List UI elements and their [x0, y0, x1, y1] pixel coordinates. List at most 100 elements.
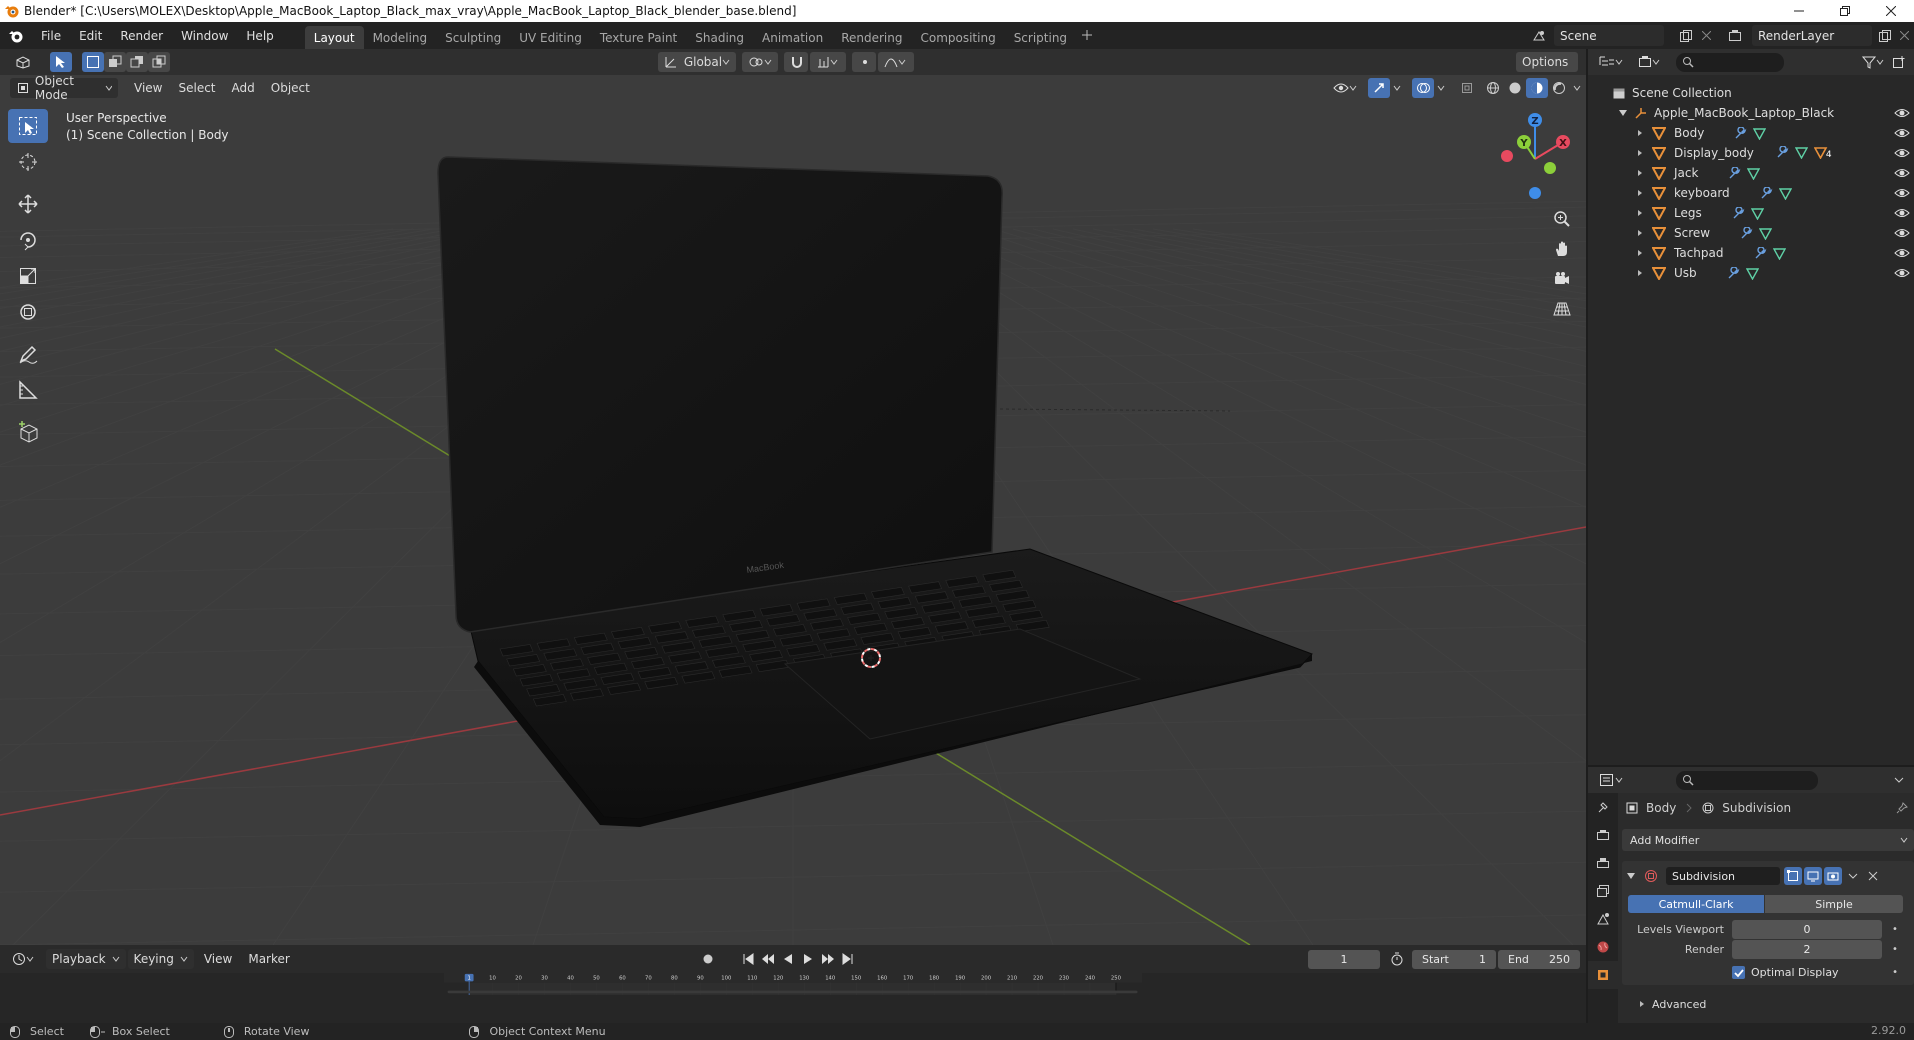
play-button[interactable] [798, 949, 818, 969]
camera-view-button[interactable] [1548, 265, 1576, 293]
properties-options-button[interactable] [1888, 770, 1910, 790]
3d-viewport[interactable]: MacBook Global Options Object Mode View … [0, 49, 1586, 945]
viewport-options-button[interactable]: Options [1516, 52, 1578, 72]
shading-dropdown[interactable] [1570, 78, 1584, 98]
eye-icon[interactable] [1894, 245, 1910, 261]
outliner-editor-type-button[interactable] [1596, 52, 1626, 72]
eye-icon[interactable] [1894, 165, 1910, 181]
tab-output-properties[interactable] [1588, 849, 1618, 877]
scene-name-field[interactable]: Scene [1554, 25, 1664, 46]
tool-rotate[interactable] [8, 223, 48, 257]
eye-icon[interactable] [1894, 105, 1910, 121]
mode-dropdown[interactable]: Object Mode [10, 74, 118, 102]
expand-right-icon[interactable] [1636, 249, 1644, 257]
eye-icon[interactable] [1894, 225, 1910, 241]
minimize-button[interactable] [1776, 0, 1822, 22]
algo-simple-button[interactable]: Simple [1765, 895, 1903, 913]
levels-viewport-field[interactable]: 0 [1732, 920, 1882, 939]
gizmo-neg-y-icon[interactable] [1544, 162, 1556, 174]
outliner-object-row[interactable]: Display_body 4 [1588, 143, 1914, 163]
tab-sculpting[interactable]: Sculpting [436, 26, 510, 49]
mesh-data-icon[interactable] [1745, 267, 1759, 280]
tab-scene-properties[interactable] [1588, 905, 1618, 933]
tab-shading[interactable]: Shading [686, 26, 753, 49]
navigation-gizmo[interactable]: Z X Y [1490, 109, 1580, 199]
expand-down-icon[interactable] [1618, 108, 1628, 118]
tab-render-properties[interactable] [1588, 821, 1618, 849]
keyframe-dot-icon[interactable]: • [1892, 967, 1898, 978]
tab-tool-properties[interactable] [1588, 793, 1618, 821]
shading-rendered-button[interactable] [1548, 78, 1570, 98]
menu-file[interactable]: File [32, 22, 70, 49]
jump-start-button[interactable] [738, 949, 758, 969]
start-frame-field[interactable]: Start 1 [1412, 950, 1496, 969]
keying-dropdown[interactable]: Keying [127, 949, 194, 969]
viewport-menu-add[interactable]: Add [224, 81, 263, 95]
wrench-modifier-icon[interactable] [1732, 206, 1745, 220]
timeline-editor-type-button[interactable] [8, 949, 38, 969]
expand-right-icon[interactable] [1636, 269, 1644, 277]
viewport-menu-object[interactable]: Object [263, 81, 318, 95]
tool-cursor[interactable] [8, 145, 48, 179]
mesh-data-icon[interactable] [1794, 146, 1808, 159]
viewport-menu-view[interactable]: View [126, 81, 170, 95]
select-new-button[interactable] [82, 52, 104, 72]
mesh-data-icon[interactable] [1778, 187, 1792, 200]
new-collection-button[interactable] [1888, 52, 1910, 72]
pin-icon[interactable] [1896, 802, 1908, 814]
properties-search-input[interactable] [1676, 770, 1818, 790]
render-layer-field[interactable]: RenderLayer [1752, 25, 1872, 46]
tool-add-cube[interactable] [8, 415, 48, 449]
chevron-down-icon[interactable] [1848, 871, 1858, 881]
eye-icon[interactable] [1894, 145, 1910, 161]
render-toggle[interactable] [1824, 867, 1842, 885]
outliner-object-row[interactable]: Jack [1588, 163, 1914, 183]
xray-toggle[interactable] [1456, 78, 1478, 98]
outliner-object-row[interactable]: Body [1588, 123, 1914, 143]
outliner-filter-button[interactable] [1858, 52, 1888, 72]
tool-move[interactable] [8, 187, 48, 221]
zoom-view-button[interactable] [1548, 205, 1576, 233]
tool-scale[interactable] [8, 259, 48, 293]
wrench-modifier-icon[interactable] [1734, 126, 1747, 140]
mesh-data-icon[interactable] [1772, 247, 1786, 260]
proportional-editing-toggle[interactable] [852, 52, 876, 72]
outliner-object-row[interactable]: Tachpad [1588, 243, 1914, 263]
tool-annotate[interactable] [8, 337, 48, 371]
mesh-data-icon[interactable] [1750, 207, 1764, 220]
close-icon[interactable] [1868, 871, 1878, 881]
timeline-menu-view[interactable]: View [196, 952, 240, 966]
add-modifier-button[interactable]: Add Modifier [1622, 829, 1914, 851]
jump-end-button[interactable] [838, 949, 858, 969]
keyframe-dot-icon[interactable]: • [1892, 924, 1898, 935]
select-extend-button[interactable] [104, 52, 126, 72]
blender-menu-button[interactable] [0, 28, 32, 44]
viewport-menu-select[interactable]: Select [170, 81, 223, 95]
algo-catmull-clark-button[interactable]: Catmull-Clark [1628, 895, 1764, 913]
optimal-display-checkbox[interactable] [1732, 966, 1745, 979]
end-frame-field[interactable]: End 250 [1498, 950, 1580, 969]
tool-measure[interactable] [8, 373, 48, 407]
expand-right-icon[interactable] [1636, 189, 1644, 197]
keyframe-dot-icon[interactable]: • [1892, 944, 1898, 955]
collapse-down-icon[interactable] [1626, 871, 1636, 881]
timeline-menu-marker[interactable]: Marker [240, 952, 297, 966]
delete-scene-button[interactable] [1698, 26, 1714, 45]
auto-keying-toggle[interactable] [696, 949, 720, 969]
outliner-collection-row[interactable]: Apple_MacBook_Laptop_Black [1588, 103, 1914, 123]
eye-icon[interactable] [1894, 205, 1910, 221]
outliner-object-row[interactable]: Screw [1588, 223, 1914, 243]
gizmos-toggle[interactable] [1368, 78, 1390, 98]
menu-window[interactable]: Window [172, 22, 237, 49]
close-window-button[interactable] [1868, 0, 1914, 22]
tab-modeling[interactable]: Modeling [364, 26, 437, 49]
new-scene-button[interactable] [1676, 26, 1696, 45]
modifier-name-field[interactable]: Subdivision [1666, 867, 1780, 885]
preview-range-toggle[interactable] [1386, 949, 1408, 969]
gizmos-dropdown[interactable] [1390, 78, 1404, 98]
tab-uv-editing[interactable]: UV Editing [510, 26, 591, 49]
menu-help[interactable]: Help [237, 22, 282, 49]
scene-type-button[interactable] [1526, 26, 1552, 45]
snap-target-dropdown[interactable] [810, 52, 846, 72]
wrench-modifier-icon[interactable] [1728, 166, 1741, 180]
